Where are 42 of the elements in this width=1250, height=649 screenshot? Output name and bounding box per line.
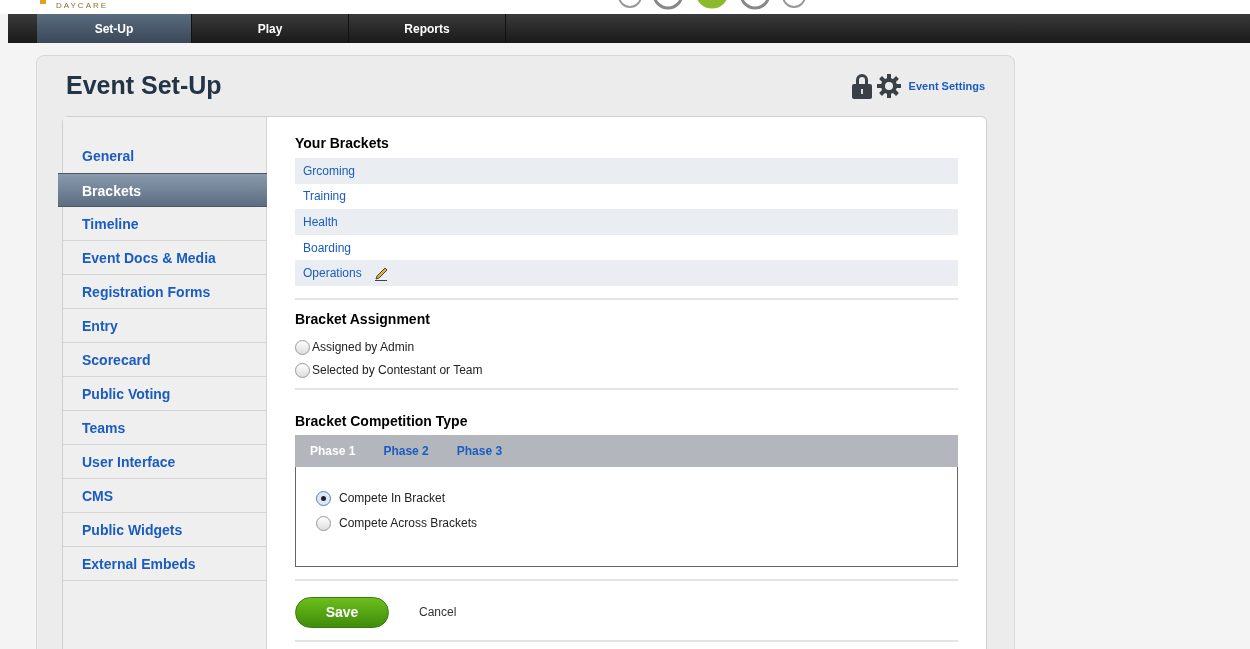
nav-tab[interactable]: Set-Up: [37, 14, 192, 43]
radio-button[interactable]: [295, 362, 310, 378]
page-title: Event Set-Up: [66, 70, 222, 102]
sidebar-item[interactable]: Scorecard: [63, 343, 266, 377]
section-title: Bracket Assignment: [295, 309, 431, 329]
radio-button[interactable]: [316, 515, 331, 531]
lock-icon: [850, 73, 873, 99]
pencil-icon[interactable]: [373, 265, 390, 282]
sidebar-item[interactable]: General: [63, 139, 266, 173]
bracket-link[interactable]: Grcoming: [303, 161, 355, 180]
bracket-link[interactable]: Health: [303, 213, 338, 231]
sidebar-item[interactable]: Teams: [63, 411, 266, 445]
option-label: Compete Across Brackets: [339, 515, 478, 533]
phase-tab[interactable]: Phase 3: [456, 441, 503, 460]
section-title: Your Brackets: [295, 134, 390, 153]
sidebar-item[interactable]: Timeline: [63, 207, 266, 241]
sidebar-item[interactable]: Public Widgets: [63, 513, 266, 547]
sidebar-item[interactable]: Event Docs & Media: [63, 241, 266, 275]
sidebar-item[interactable]: Registration Forms: [63, 275, 266, 309]
sidebar-item[interactable]: Public Voting: [63, 377, 266, 411]
logo-mark-icon: [40, 0, 46, 4]
cancel-link[interactable]: Cancel: [419, 603, 457, 622]
bracket-link[interactable]: Operations: [303, 264, 362, 283]
sidebar-item[interactable]: User Interface: [63, 445, 266, 479]
option-label: Assigned by Admin: [312, 339, 415, 357]
option-label: Selected by Contestant or Team: [312, 362, 483, 380]
option-label: Compete In Bracket: [339, 490, 446, 508]
radio-button[interactable]: [316, 490, 331, 506]
save-button[interactable]: Save: [295, 596, 389, 628]
sidebar-item[interactable]: External Embeds: [63, 547, 266, 581]
radio-button[interactable]: [295, 339, 310, 355]
event-settings-link[interactable]: Event Settings: [908, 77, 985, 95]
section-title: Bracket Competition Type: [295, 411, 469, 431]
bracket-link[interactable]: Training: [303, 187, 346, 206]
nav-tab[interactable]: Reports: [349, 14, 506, 43]
sidebar-item[interactable]: CMS: [63, 479, 266, 513]
phase-tab[interactable]: Phase 2: [383, 441, 429, 460]
sidebar-item[interactable]: Entry: [63, 309, 266, 343]
nav-tab[interactable]: Play: [192, 14, 349, 43]
logo-text: DAYCARE: [56, 2, 109, 10]
bracket-link[interactable]: Boarding: [303, 238, 352, 257]
sidebar-item[interactable]: Brackets: [58, 173, 267, 207]
